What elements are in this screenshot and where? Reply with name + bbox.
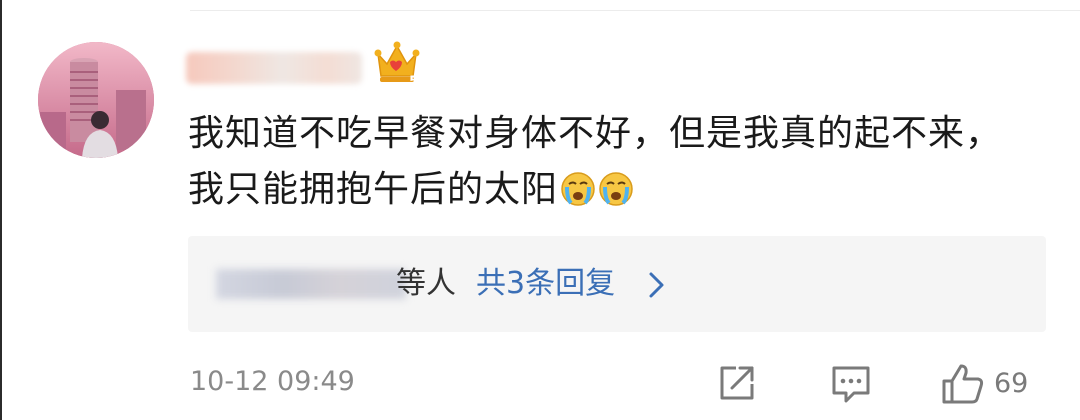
left-edge-border bbox=[0, 0, 2, 420]
badge-level: 5 bbox=[409, 74, 419, 88]
comment-icon bbox=[832, 366, 870, 403]
comment-timestamp: 10-12 09:49 bbox=[190, 366, 355, 397]
crying-emoji-icon bbox=[561, 172, 595, 206]
reply-preview-box[interactable]: ▒▒▒▒▒▒▒▒ 等人 共3条回复 bbox=[188, 236, 1046, 332]
comment-card: ▒▒▒▒▒▒▒▒ 5 我知道不吃早餐对身体不好，但是我真的起不来，我只能拥抱午后… bbox=[0, 0, 1080, 420]
reply-usernames[interactable]: ▒▒▒▒▒▒▒▒ bbox=[216, 269, 406, 299]
comment-text-block: 我知道不吃早餐对身体不好，但是我真的起不来，我只能拥抱午后的太阳 bbox=[188, 106, 1028, 218]
crying-emoji-icon bbox=[599, 172, 633, 206]
like-button[interactable]: 69 bbox=[940, 362, 1050, 406]
like-icon bbox=[942, 364, 984, 404]
comment-button[interactable] bbox=[829, 362, 873, 406]
share-icon bbox=[720, 366, 754, 400]
top-divider bbox=[190, 10, 1080, 11]
reply-count-link[interactable]: 共3条回复 bbox=[476, 264, 615, 304]
share-button[interactable] bbox=[716, 362, 758, 406]
reply-suffix: 等人 bbox=[396, 266, 456, 301]
chevron-right-icon[interactable] bbox=[648, 271, 666, 299]
crown-badge-icon[interactable]: 5 bbox=[372, 40, 422, 88]
like-count: 69 bbox=[994, 368, 1029, 399]
username[interactable]: ▒▒▒▒▒▒▒▒ bbox=[186, 52, 362, 84]
avatar[interactable] bbox=[38, 42, 154, 158]
